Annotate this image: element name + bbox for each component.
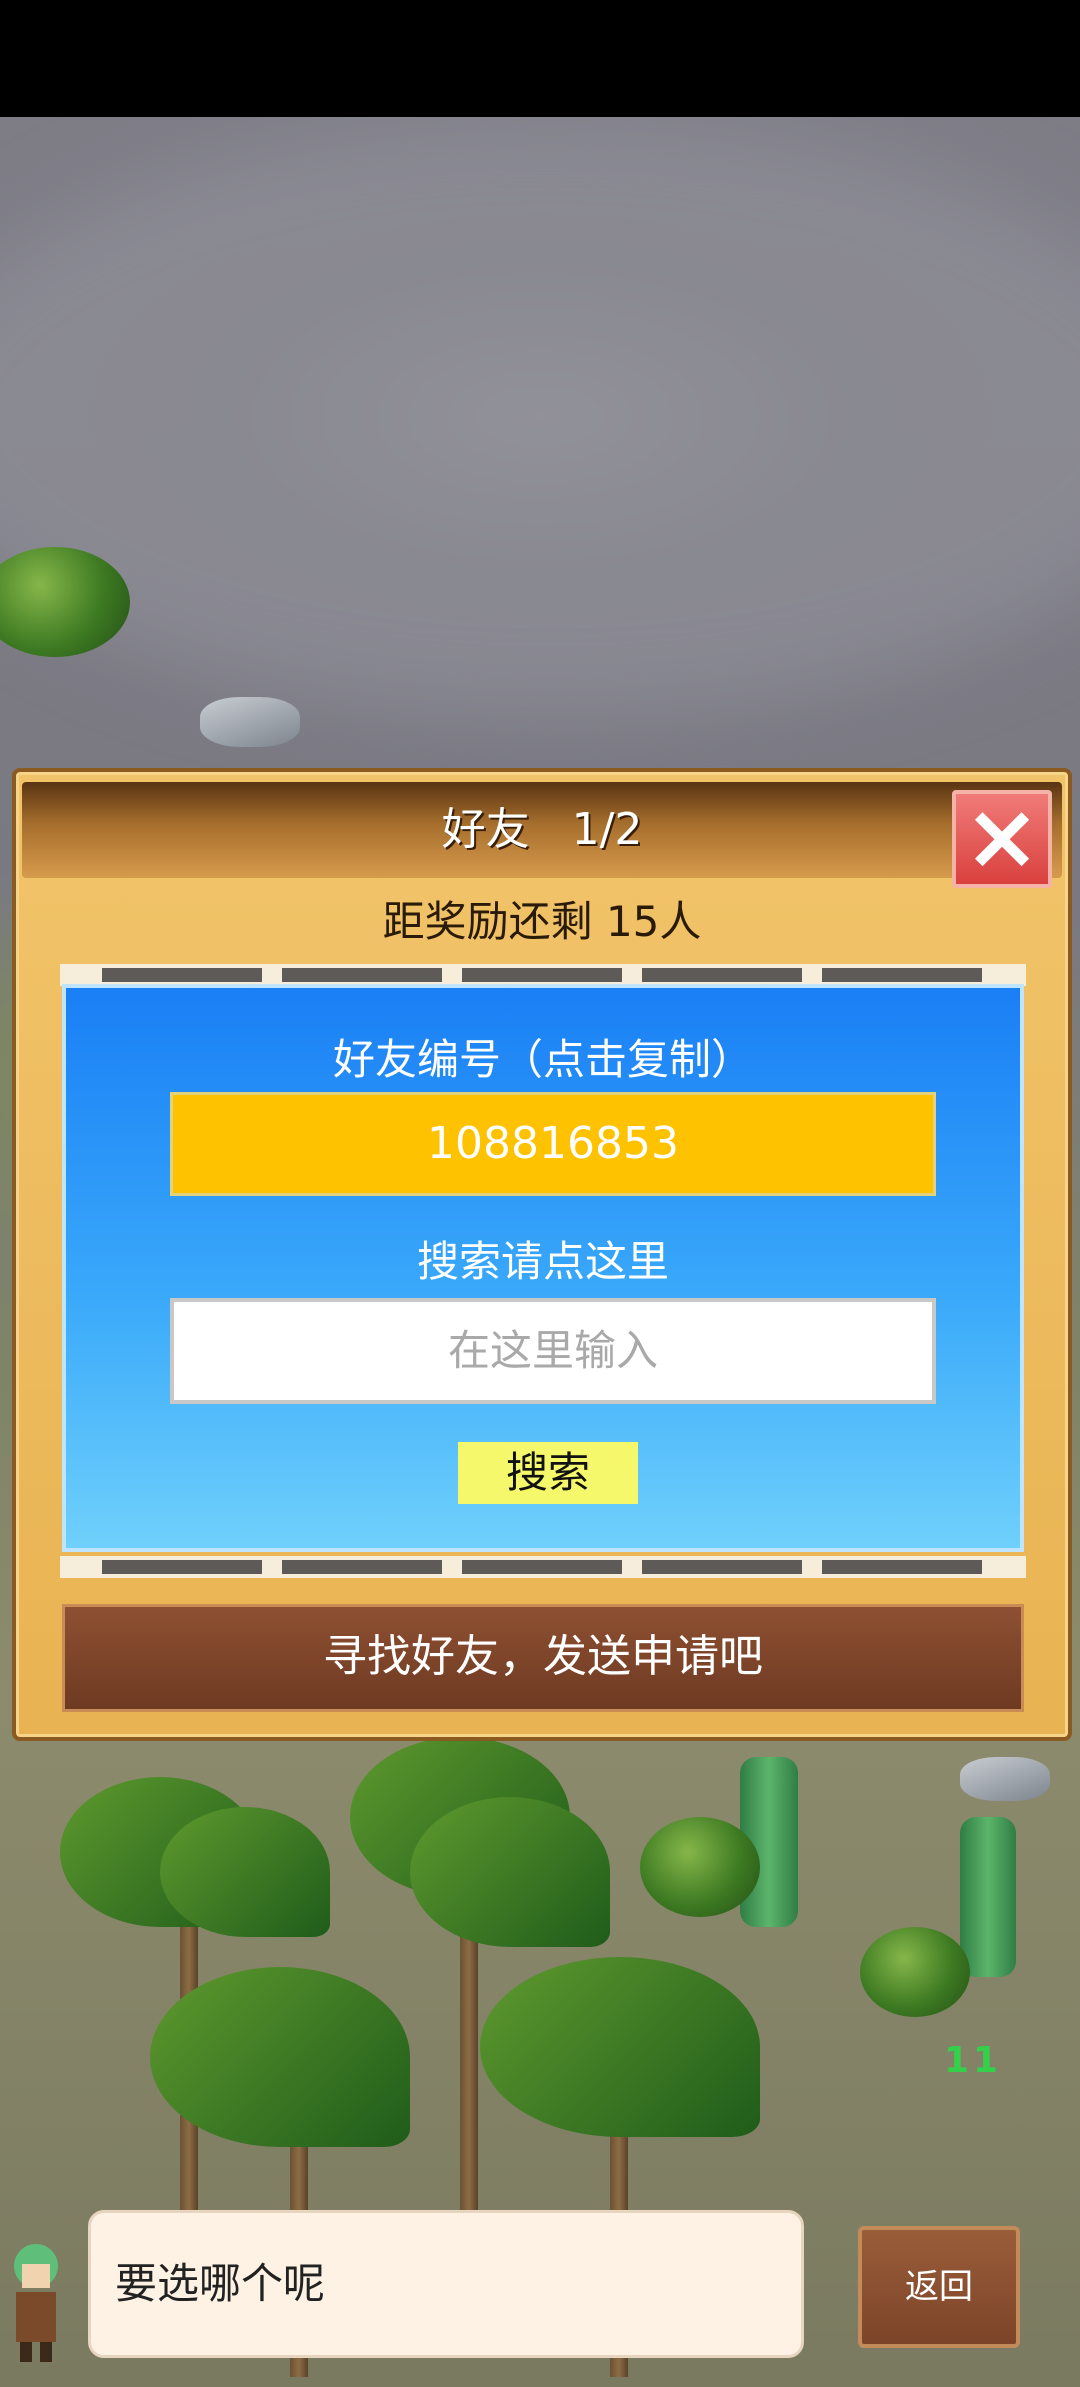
speech-bubble: 要选哪个呢 xyxy=(88,2210,804,2358)
status-bar xyxy=(0,0,1080,117)
back-button[interactable]: 返回 xyxy=(858,2226,1020,2348)
friend-id-label: 好友编号（点击复制） xyxy=(332,1035,753,1084)
fog xyxy=(0,117,1080,717)
rock xyxy=(200,697,300,747)
friend-id-copy-box[interactable]: 108816853 xyxy=(170,1092,936,1196)
friend-search-panel: 好友编号（点击复制） 108816853 搜索请点这里 在这里输入 搜索 xyxy=(62,984,1024,1552)
bush xyxy=(860,1927,970,2017)
speech-text: 要选哪个呢 xyxy=(115,2259,326,2308)
frame-strip-bottom xyxy=(60,1556,1026,1578)
search-label: 搜索请点这里 xyxy=(416,1237,669,1286)
dialog-titlebar: 好友 1/2 × xyxy=(22,782,1062,888)
close-button[interactable]: × xyxy=(952,790,1052,888)
page-indicator: 1/2 xyxy=(571,804,643,855)
close-icon: × xyxy=(963,783,1041,890)
frame-strip-top xyxy=(60,964,1026,986)
title-text: 好友 xyxy=(441,804,530,855)
character-avatar xyxy=(0,2236,72,2366)
dialog-title: 好友 1/2 xyxy=(22,782,1062,878)
search-button[interactable]: 搜索 xyxy=(458,1442,638,1504)
map-counter: 11 xyxy=(944,2040,1003,2081)
friends-dialog: 好友 1/2 × 距奖励还剩 15人 好友编号（点击复制） 108816853 … xyxy=(12,768,1072,1741)
reward-remaining-text: 距奖励还剩 15人 xyxy=(382,897,702,946)
rock xyxy=(960,1757,1050,1801)
bush xyxy=(640,1817,760,1917)
cactus xyxy=(960,1817,1016,1977)
search-input[interactable]: 在这里输入 xyxy=(170,1298,936,1404)
find-friends-banner[interactable]: 寻找好友，发送申请吧 xyxy=(62,1604,1024,1712)
